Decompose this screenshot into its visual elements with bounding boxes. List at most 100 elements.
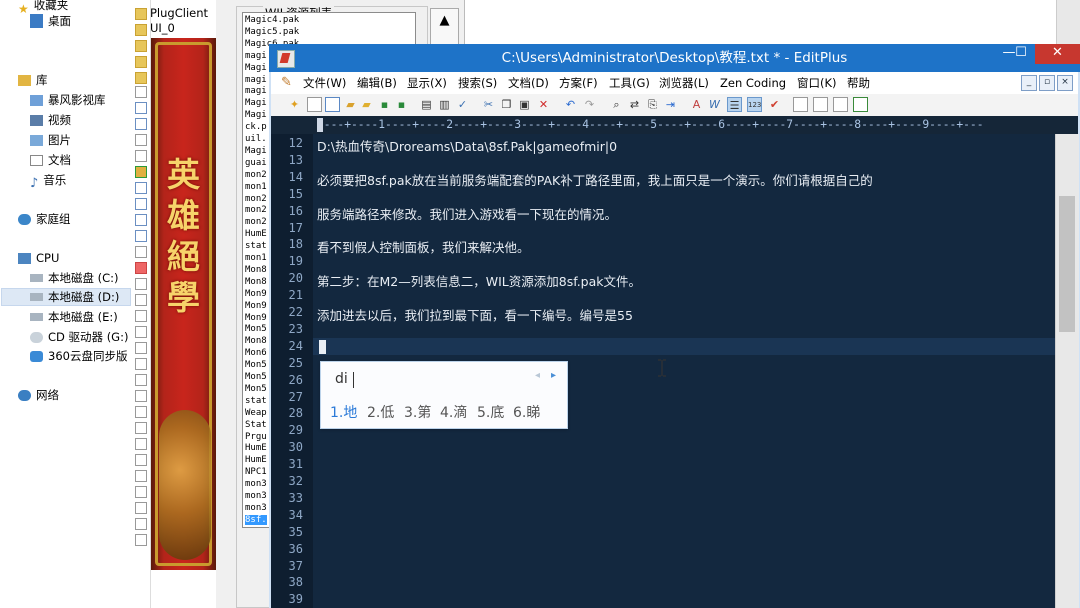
save-icon[interactable]: ▪ xyxy=(377,97,392,112)
resource-list-item[interactable]: ck.p xyxy=(245,122,267,133)
resource-list-item[interactable]: Mon5 xyxy=(245,372,267,383)
resource-list-item[interactable]: mon3 xyxy=(245,491,267,502)
nav-computer[interactable]: CPU xyxy=(18,249,59,267)
menu-help[interactable]: 帮助 xyxy=(847,72,870,94)
nav-360-sync[interactable]: 360云盘同步版 xyxy=(30,347,127,365)
nav-lib-video[interactable]: 视频 xyxy=(30,111,71,129)
resource-list-item[interactable]: mon1 xyxy=(245,253,267,264)
find-icon[interactable]: ⌕ xyxy=(609,97,624,112)
resource-list-item[interactable]: Mon9 xyxy=(245,313,267,324)
resource-list-item[interactable]: guai xyxy=(245,158,267,169)
cliptext-window-icon[interactable] xyxy=(793,97,808,112)
menu-project[interactable]: 方案(F) xyxy=(559,72,598,94)
menu-edit[interactable]: 编辑(B) xyxy=(357,72,397,94)
ime-candidate[interactable]: 1.地 xyxy=(330,402,357,422)
open-folder-icon[interactable]: ▰ xyxy=(343,97,358,112)
ime-next-page-icon[interactable]: ▸ xyxy=(551,370,556,381)
resource-list-item[interactable]: mon3 xyxy=(245,479,267,490)
menu-zen-coding[interactable]: Zen Coding xyxy=(720,72,786,94)
resource-list-item[interactable]: Stat xyxy=(245,420,267,431)
nav-drive-e[interactable]: 本地磁盘 (E:) xyxy=(30,308,118,326)
vertical-scrollbar[interactable] xyxy=(1055,134,1079,608)
resource-list-item[interactable]: Mon9 xyxy=(245,301,267,312)
resource-list-item[interactable]: Mon5 xyxy=(245,324,267,335)
resource-list-item[interactable]: Magic5.pak xyxy=(245,27,299,38)
folder-plugclient[interactable]: PlugClient xyxy=(150,6,208,20)
nav-drive-d[interactable]: 本地磁盘 (D:) xyxy=(1,288,131,306)
resource-list-item[interactable]: Mon9 xyxy=(245,289,267,300)
resource-list-item[interactable]: Mon5 xyxy=(245,384,267,395)
nav-lib-pictures[interactable]: 图片 xyxy=(30,131,71,149)
spell-check-icon[interactable]: ✓ xyxy=(455,97,470,112)
find-in-files-icon[interactable]: ⎘ xyxy=(645,97,660,112)
resource-list-item[interactable]: mon1 xyxy=(245,182,267,193)
resource-list-item[interactable]: magi xyxy=(245,86,267,97)
nav-homegroup[interactable]: 家庭组 xyxy=(18,210,71,228)
resource-list-item[interactable]: NPC1 xyxy=(245,467,267,478)
resource-list-item[interactable]: HumE xyxy=(245,229,267,240)
resource-list-item[interactable]: HumE xyxy=(245,443,267,454)
menu-view[interactable]: 显示(X) xyxy=(407,72,447,94)
resource-list-item[interactable]: Magic4.pak xyxy=(245,15,299,26)
menu-browser[interactable]: 浏览器(L) xyxy=(659,72,709,94)
resource-list-item[interactable]: Magi xyxy=(245,63,267,74)
ruler-toggle-icon[interactable]: ☰ xyxy=(727,97,742,112)
list-move-up-button[interactable]: ▲ xyxy=(430,8,459,36)
resource-list-item[interactable]: Mon8 xyxy=(245,265,267,276)
ime-prev-page-icon[interactable]: ◂ xyxy=(535,370,540,381)
cut-icon[interactable]: ✂ xyxy=(481,97,496,112)
resource-list-item[interactable]: magi xyxy=(245,51,267,62)
resource-list-item[interactable]: Mon5 xyxy=(245,360,267,371)
resource-list-item[interactable]: mon2 xyxy=(245,194,267,205)
nav-lib-music[interactable]: ♪ 音乐 xyxy=(30,171,66,191)
new-document-icon[interactable] xyxy=(307,97,322,112)
nav-network[interactable]: 网络 xyxy=(18,386,59,404)
new-html-icon[interactable] xyxy=(325,97,340,112)
menu-tools[interactable]: 工具(G) xyxy=(609,72,650,94)
ime-candidate[interactable]: 3.第 xyxy=(404,402,431,422)
directory-window-icon[interactable] xyxy=(813,97,828,112)
resource-list-item[interactable]: magi xyxy=(245,75,267,86)
doc-minimize-button[interactable]: _ xyxy=(1021,75,1037,91)
maximize-button[interactable]: ☐ xyxy=(1007,44,1035,64)
redo-icon[interactable]: ↷ xyxy=(582,97,597,112)
print-icon[interactable]: ▥ xyxy=(437,97,452,112)
resource-list-item[interactable]: Magi xyxy=(245,98,267,109)
resource-list-item[interactable]: mon2 xyxy=(245,170,267,181)
folder-ui0[interactable]: UI_0 xyxy=(150,21,175,35)
ime-candidate[interactable]: 4.滴 xyxy=(440,402,467,422)
copy-icon[interactable]: ❐ xyxy=(499,97,514,112)
nav-drive-g[interactable]: CD 驱动器 (G:) xyxy=(30,328,128,346)
title-bar[interactable]: C:\Users\Administrator\Desktop\教程.txt * … xyxy=(269,44,1080,72)
menu-file[interactable]: 文件(W) xyxy=(303,72,346,94)
resource-list-item[interactable]: Magi xyxy=(245,110,267,121)
line-number-toggle-icon[interactable]: 123 xyxy=(747,97,762,112)
word-wrap-icon[interactable]: W xyxy=(707,97,722,112)
resource-list-item[interactable]: Mon6 xyxy=(245,348,267,359)
resource-list-item[interactable]: mon2 xyxy=(245,205,267,216)
nav-library[interactable]: 库 xyxy=(18,71,48,89)
resource-list-item[interactable]: Prgu xyxy=(245,432,267,443)
resource-list-item[interactable]: HumE xyxy=(245,455,267,466)
close-button[interactable]: ✕ xyxy=(1035,44,1080,64)
goto-line-icon[interactable]: ⇥ xyxy=(663,97,678,112)
nav-lib-documents[interactable]: 文档 xyxy=(30,151,71,169)
check-icon[interactable]: ✔ xyxy=(767,97,782,112)
open-remote-icon[interactable]: ▰ xyxy=(359,97,374,112)
paste-icon[interactable]: ▣ xyxy=(517,97,532,112)
menu-window[interactable]: 窗口(K) xyxy=(797,72,837,94)
nav-lib-baofeng[interactable]: 暴风影视库 xyxy=(30,91,106,109)
resource-list-item[interactable]: mon2 xyxy=(245,217,267,228)
menu-document[interactable]: 文档(D) xyxy=(508,72,549,94)
nav-desktop[interactable]: 桌面 xyxy=(30,12,71,30)
resource-list-item[interactable]: mon3 xyxy=(245,503,267,514)
ime-candidate[interactable]: 6.睇 xyxy=(513,402,540,422)
resource-list-item[interactable]: Mon8 xyxy=(245,277,267,288)
nav-drive-c[interactable]: 本地磁盘 (C:) xyxy=(30,269,119,287)
resource-list-item[interactable]: Mon8 xyxy=(245,336,267,347)
replace-icon[interactable]: ⇄ xyxy=(627,97,642,112)
ime-candidate[interactable]: 2.低 xyxy=(367,402,394,422)
output-window-icon[interactable] xyxy=(833,97,848,112)
delete-icon[interactable]: ✕ xyxy=(536,97,551,112)
doc-close-button[interactable]: × xyxy=(1057,75,1073,91)
